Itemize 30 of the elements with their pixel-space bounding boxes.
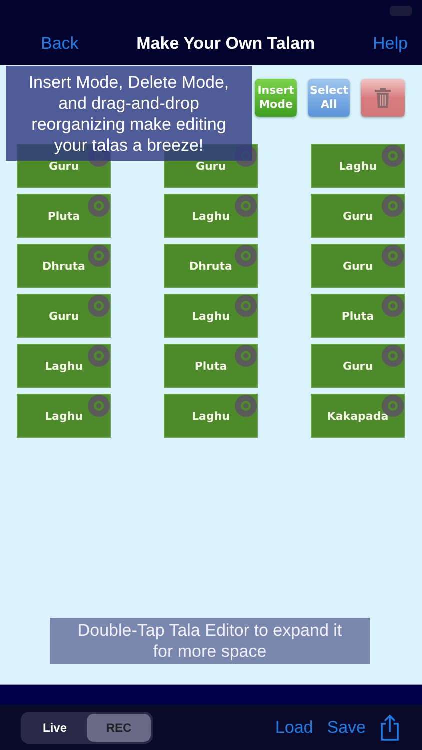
tala-tile[interactable]: Guru <box>311 194 405 238</box>
tala-tile[interactable]: Kakapada <box>311 394 405 438</box>
select-all-button[interactable]: Select All <box>308 79 350 117</box>
tala-tile[interactable]: Laghu <box>311 144 405 188</box>
insert-mode-button[interactable]: Insert Mode <box>255 79 297 117</box>
tala-tile[interactable]: Guru <box>311 244 405 288</box>
tala-tile[interactable]: Laghu <box>164 194 258 238</box>
tala-tile[interactable]: Laghu <box>164 394 258 438</box>
share-icon[interactable] <box>380 714 400 742</box>
trash-icon <box>374 87 392 109</box>
tala-tile[interactable]: Guru <box>311 344 405 388</box>
tala-tile[interactable]: Laghu <box>164 294 258 338</box>
mode-segment[interactable]: Live <box>23 714 87 742</box>
hint-tooltip: Insert Mode, Delete Mode, and drag-and-drop reorganizing make editing your talas a breeze! <box>6 66 252 161</box>
toolbar-link[interactable]: Load <box>275 718 314 738</box>
tala-tile[interactable]: Guru <box>17 294 111 338</box>
trash-button[interactable] <box>361 79 405 117</box>
tala-tile[interactable]: Pluta <box>17 194 111 238</box>
tala-tile[interactable]: Pluta <box>311 294 405 338</box>
tala-tile[interactable]: Laghu <box>17 394 111 438</box>
back-link[interactable]: Back <box>41 34 79 54</box>
tala-tile[interactable]: Dhruta <box>164 244 258 288</box>
toolbar-link[interactable]: Save <box>327 718 366 738</box>
hint-tooltip: Double-Tap Tala Editor to expand it for more space <box>50 618 370 664</box>
tala-tile[interactable]: Dhruta <box>17 244 111 288</box>
tala-tile[interactable]: Pluta <box>164 344 258 388</box>
mode-segment[interactable]: REC <box>87 714 151 742</box>
help-link[interactable]: Help <box>373 34 408 54</box>
tala-tile[interactable]: Laghu <box>17 344 111 388</box>
nav-title: Make Your Own Talam <box>136 34 316 54</box>
